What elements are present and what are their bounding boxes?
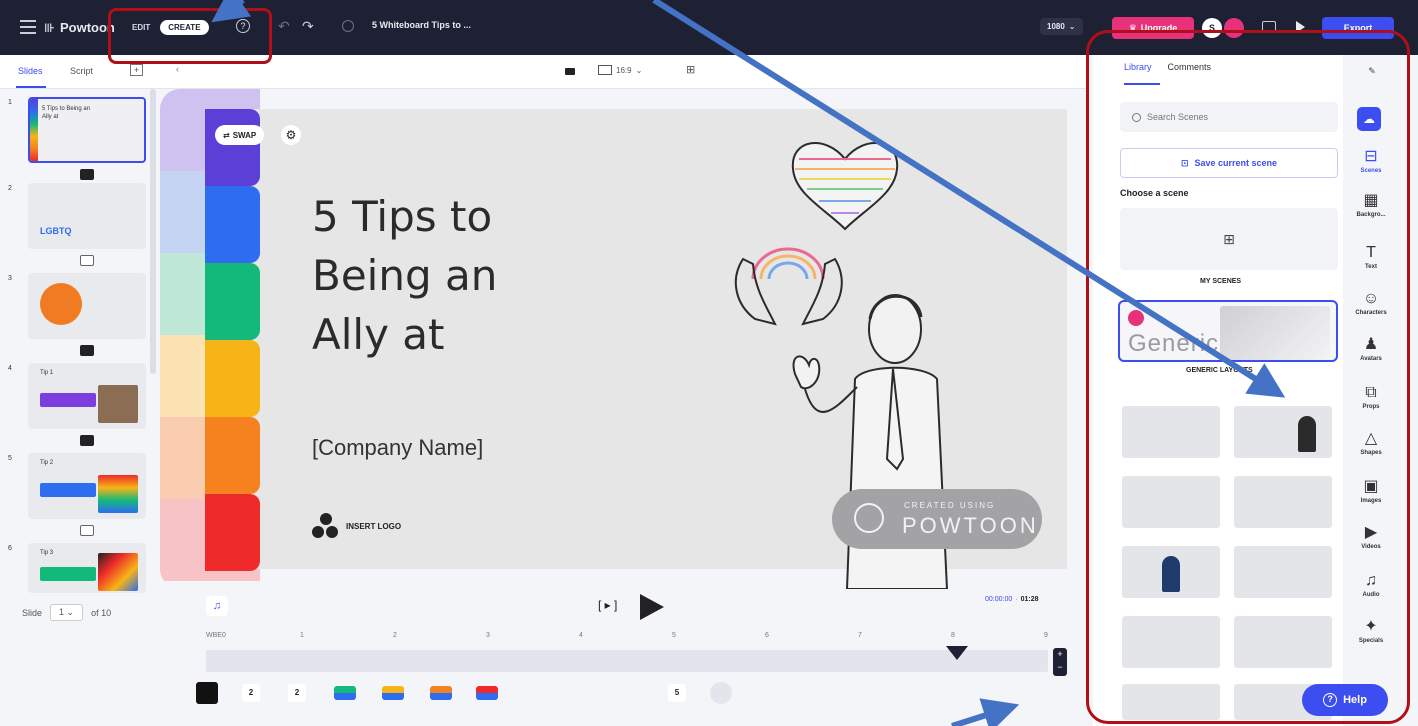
annotation-arrow	[951, 698, 1020, 726]
annotation-arrows	[211, 0, 1286, 726]
powtoon-editor: ⊪ Powtoon EDIT CREATE ? ↶ ↷ 5 Whiteboard …	[0, 0, 1418, 726]
annotation-arrow	[211, 0, 252, 23]
annotation-arrow	[652, 0, 1286, 398]
